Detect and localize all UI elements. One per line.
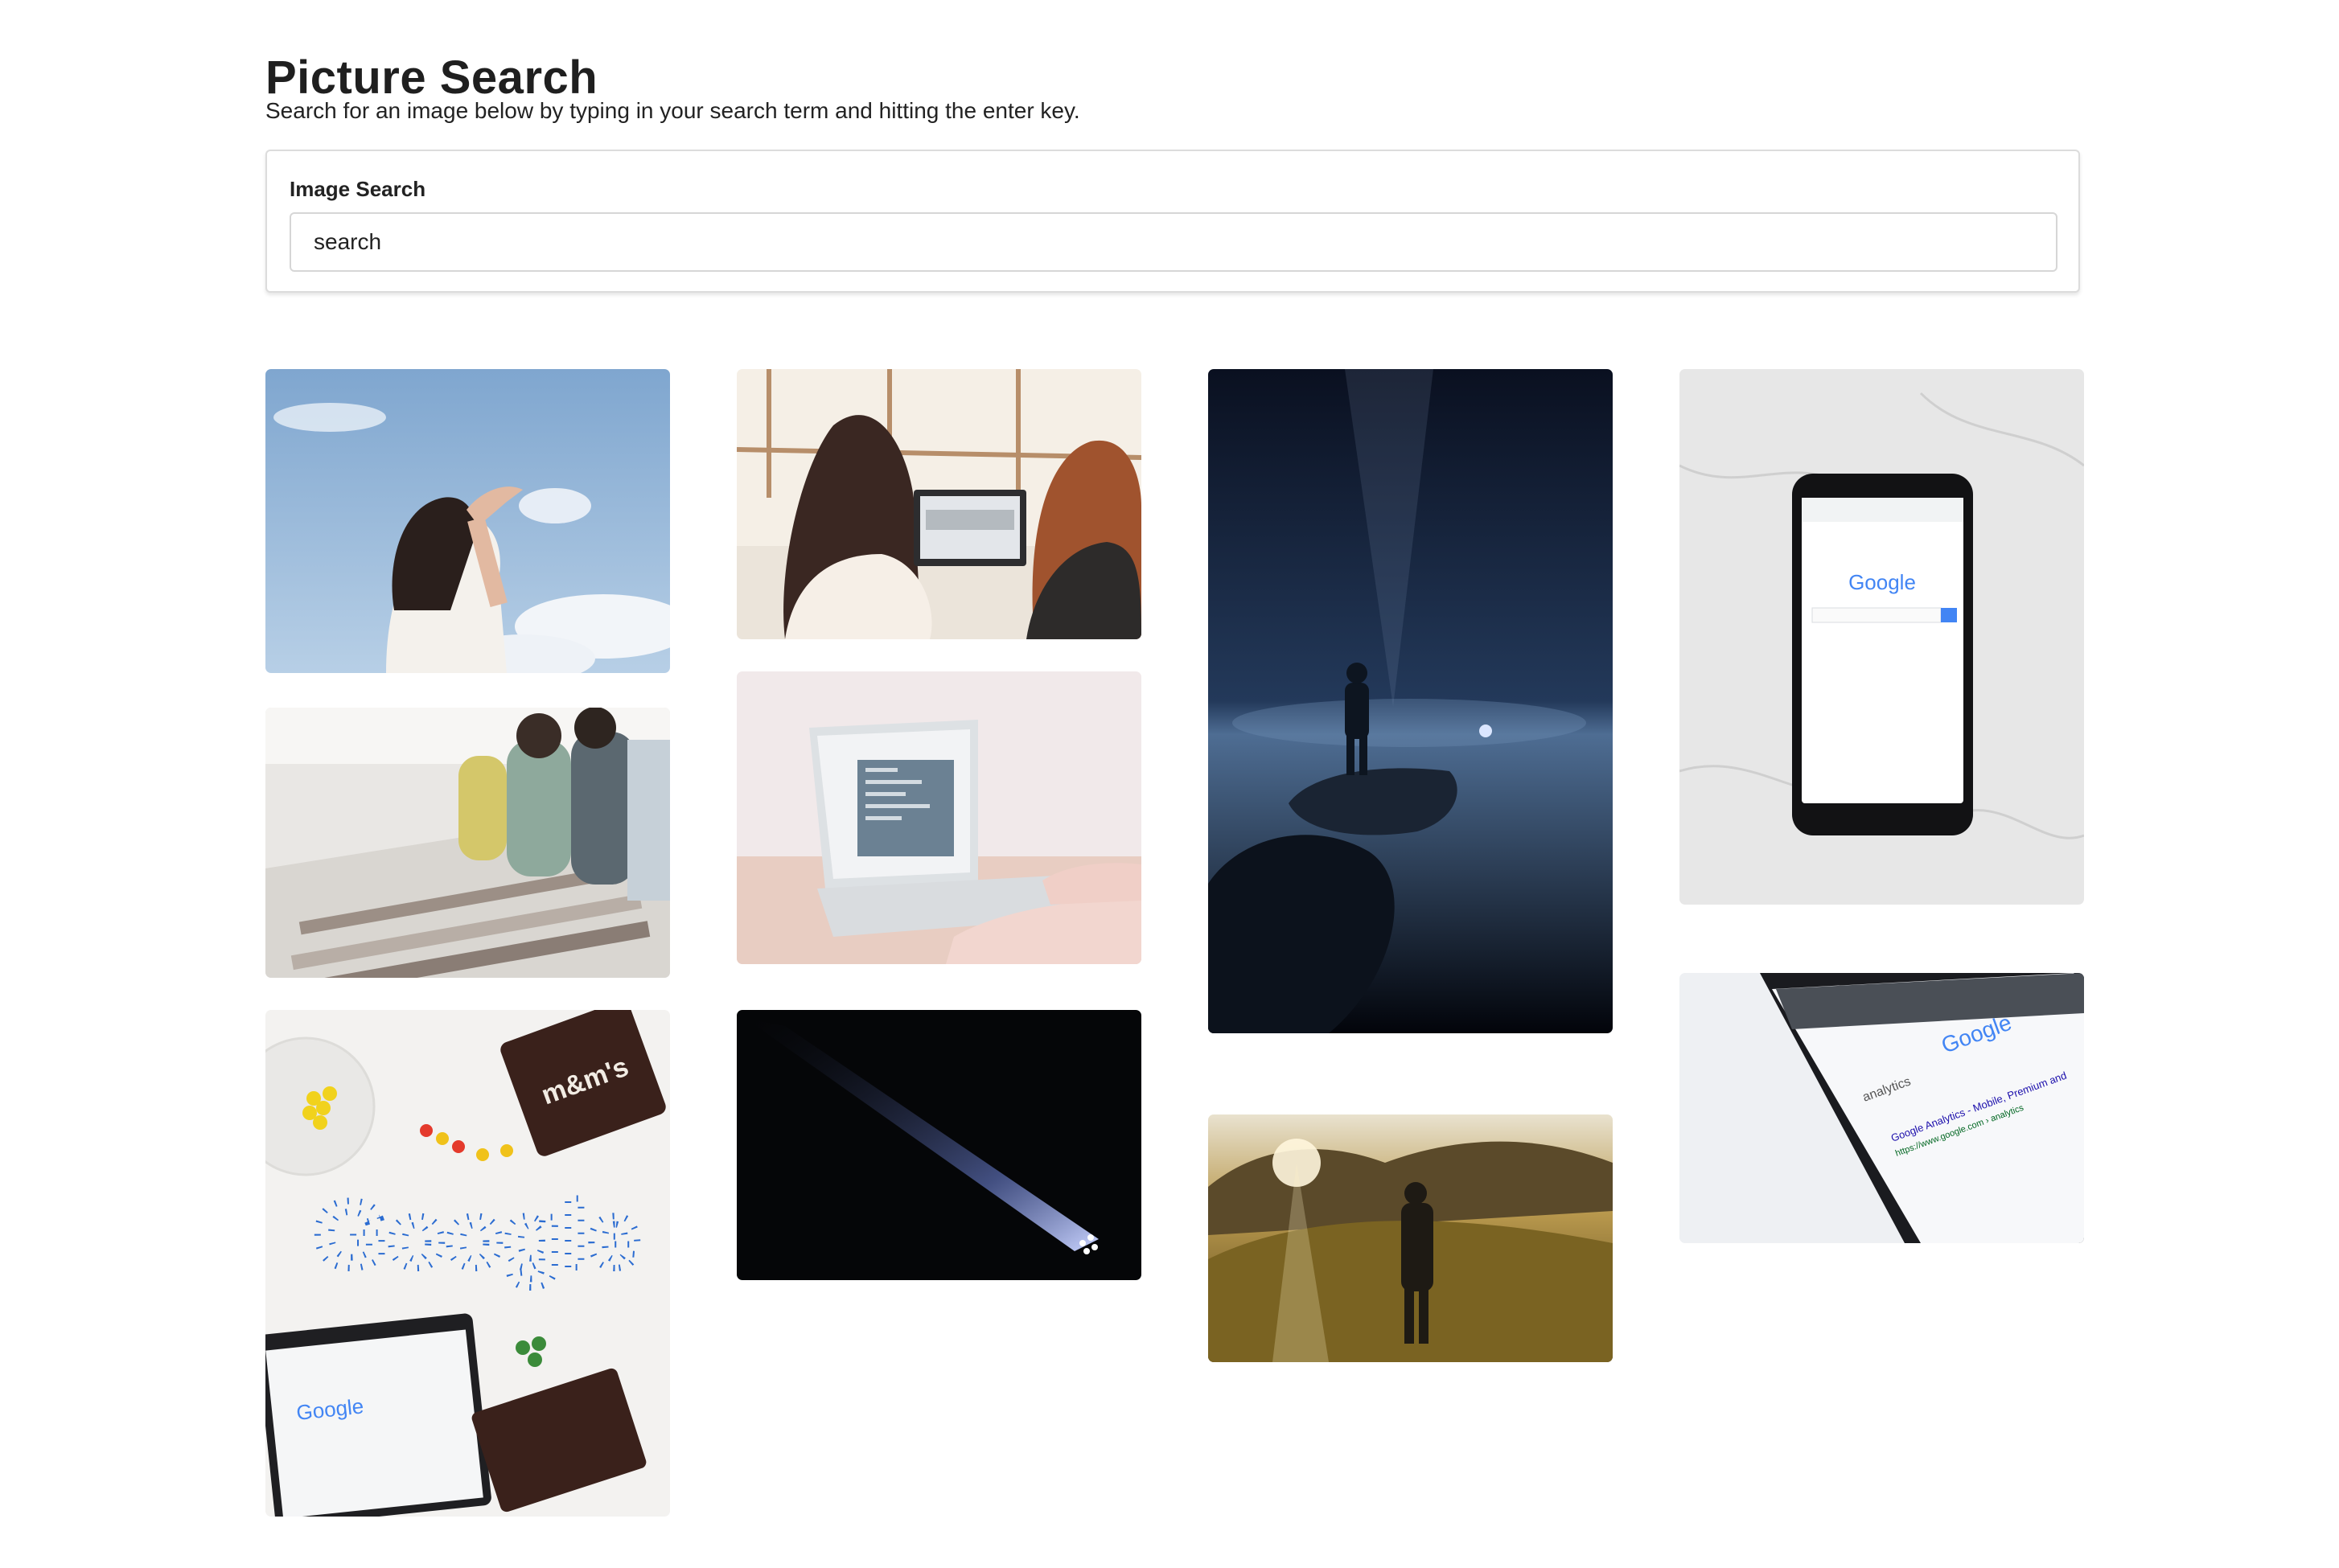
hill-sunset-image [1208,1114,1613,1362]
typing-laptop-image [737,671,1141,964]
page-title: Picture Search [265,51,598,104]
woman-sky-image [265,369,670,673]
phone-marble-image: Google [1679,369,2084,905]
result-image[interactable]: Google analytics Google Analytics - Mobi… [1679,973,2084,1243]
women-laptop-image [737,369,1141,639]
result-image[interactable] [737,671,1141,964]
result-image[interactable]: Google [1679,369,2084,905]
phone-analytics-image: Google analytics Google Analytics - Mobi… [1679,973,2084,1243]
result-image[interactable] [737,369,1141,639]
search-input[interactable] [290,212,2057,272]
search-card: Image Search [265,150,2080,293]
page-subtitle: Search for an image below by typing in y… [265,98,1080,123]
result-image[interactable] [1208,1114,1613,1362]
result-image[interactable] [265,369,670,673]
search-label: Image Search [290,177,426,201]
phone-google-text: Google [1848,570,1916,594]
google-candy-image: m&m's Google Google [265,1010,670,1517]
result-image[interactable] [737,1010,1141,1280]
result-image[interactable]: m&m's Google Google [265,1010,670,1517]
night-explorer-image [1208,369,1613,1033]
candy-google-text: Google [314,1182,640,1288]
result-image[interactable] [1208,369,1613,1033]
light-beam-image [737,1010,1141,1280]
result-image[interactable] [265,708,670,978]
record-store-image [265,708,670,978]
